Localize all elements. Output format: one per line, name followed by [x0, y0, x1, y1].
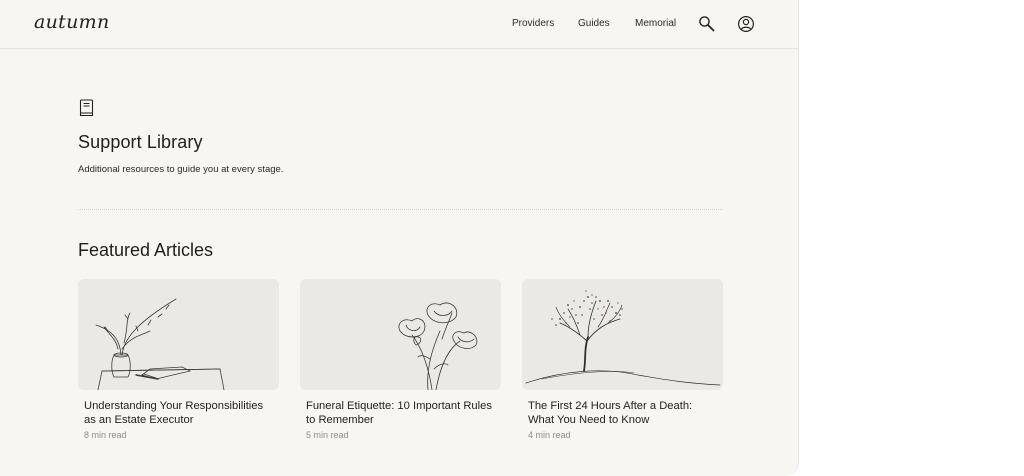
nav-memorial-link[interactable]: Memorial	[635, 18, 676, 29]
article-title[interactable]: Understanding Your Responsibilities as a…	[84, 400, 274, 427]
brand-logo[interactable]: autumn	[34, 11, 110, 33]
article-card[interactable]: Funeral Etiquette: 10 Important Rules to…	[300, 279, 501, 440]
page-subtitle: Additional resources to guide you at eve…	[78, 164, 284, 175]
poppy-flowers-illustration	[300, 279, 501, 390]
nav-guides-link[interactable]: Guides	[578, 18, 610, 29]
app-window: autumn Providers Guides Memorial Support	[0, 0, 799, 476]
article-card[interactable]: The First 24 Hours After a Death: What Y…	[522, 279, 723, 440]
article-read-time: 5 min read	[306, 430, 349, 440]
featured-articles-heading: Featured Articles	[78, 240, 214, 260]
tree-on-hill-illustration	[522, 279, 723, 390]
nav-providers-link[interactable]: Providers	[512, 18, 554, 29]
page-title: Support Library	[78, 132, 203, 152]
article-read-time: 4 min read	[528, 430, 571, 440]
search-icon[interactable]	[698, 15, 716, 33]
top-navigation-bar: autumn Providers Guides Memorial	[0, 0, 798, 49]
article-card[interactable]: Understanding Your Responsibilities as a…	[78, 279, 279, 440]
article-title[interactable]: The First 24 Hours After a Death: What Y…	[528, 400, 718, 427]
article-read-time: 8 min read	[84, 430, 127, 440]
section-divider	[78, 209, 723, 210]
account-icon[interactable]	[737, 15, 755, 33]
book-icon	[78, 99, 95, 117]
article-title[interactable]: Funeral Etiquette: 10 Important Rules to…	[306, 400, 496, 427]
vase-with-branches-illustration	[78, 279, 279, 390]
